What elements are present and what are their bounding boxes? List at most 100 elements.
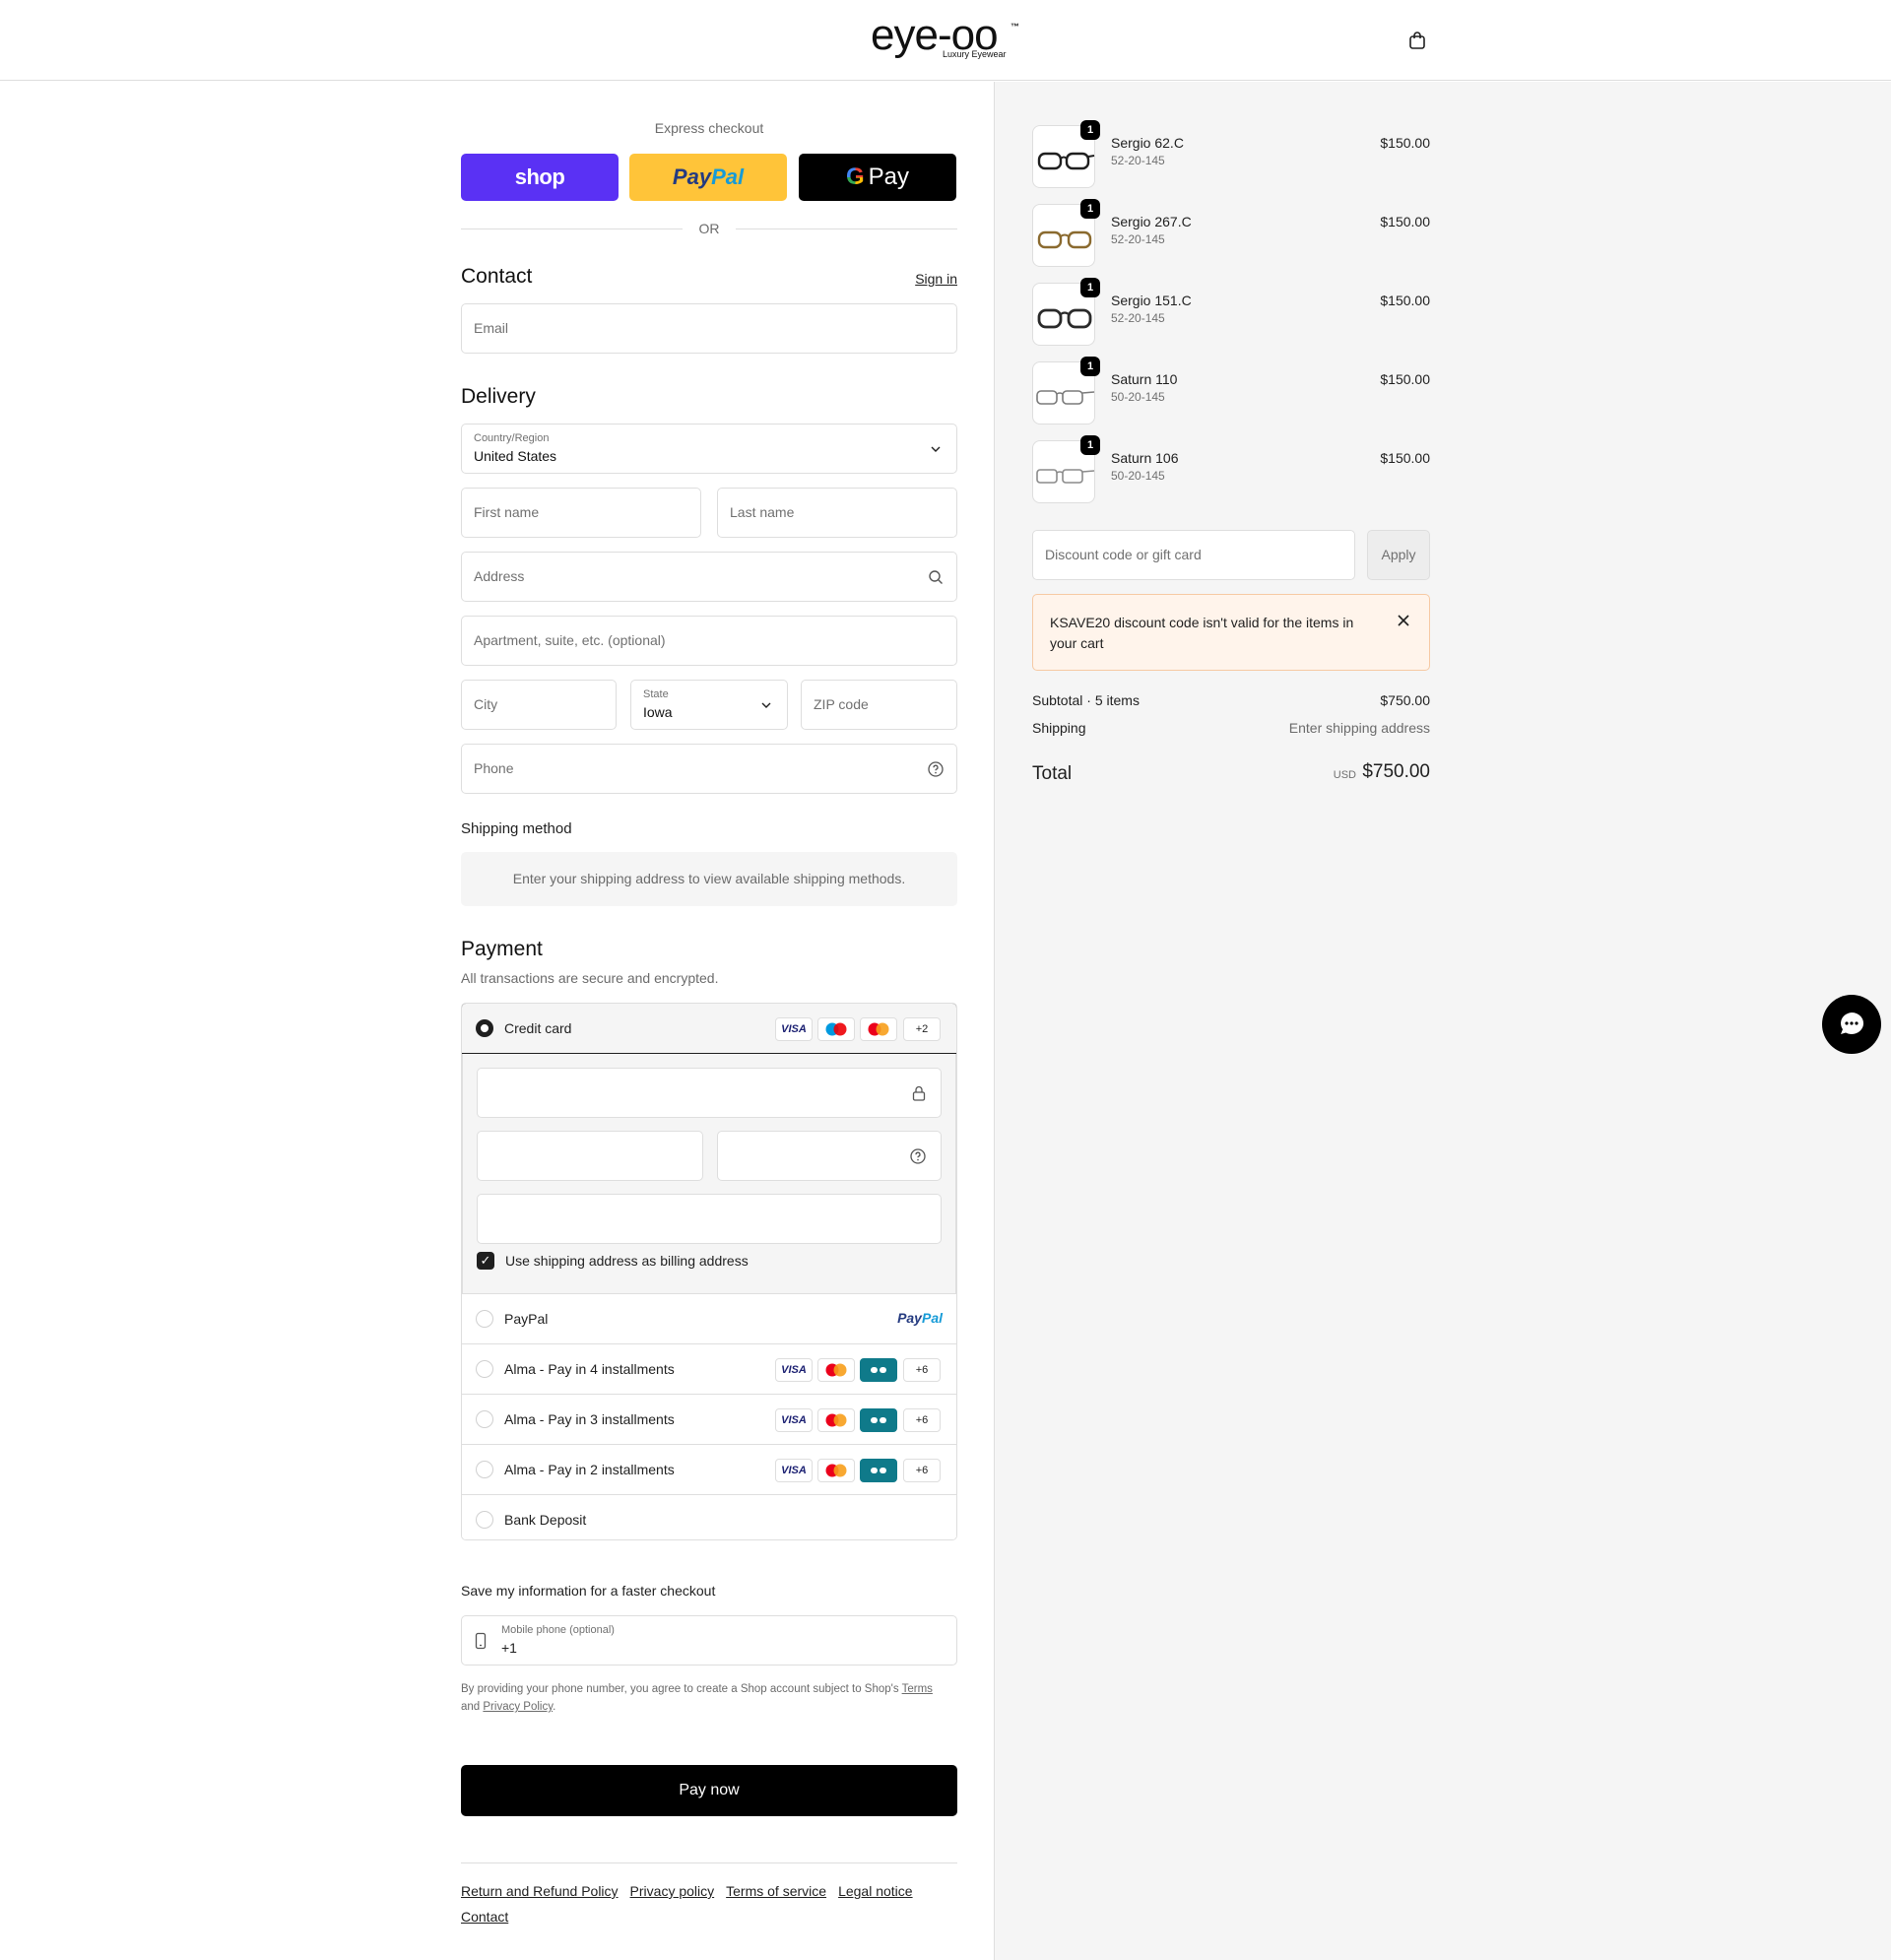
subtotal-row: Subtotal · 5 items $750.00 [1032,692,1430,708]
help-icon[interactable] [927,760,945,778]
payment-option-bank-deposit[interactable]: Bank Deposit [462,1494,956,1539]
card-number-field[interactable] [477,1068,942,1118]
zip-field[interactable]: ZIP code [801,680,957,730]
paypal-logo-part1: Pay [897,1310,922,1326]
mobile-phone-field[interactable]: Mobile phone (optional) +1 [461,1615,957,1666]
chat-bubble-icon [1841,1012,1864,1034]
billing-checkbox-label: Use shipping address as billing address [505,1253,749,1269]
visa-logo: VISA [781,1465,807,1476]
help-icon[interactable] [909,1147,927,1168]
quantity-badge: 1 [1080,120,1100,140]
product-thumbnail: 1 [1032,357,1100,425]
shop-legal-text: By providing your phone number, you agre… [461,1680,957,1716]
chat-widget-button[interactable] [1822,995,1881,1054]
paypal-express-button[interactable]: Pay Pal [629,154,787,201]
total-row: Total USD $750.00 [1032,759,1430,787]
footer-divider [461,1862,957,1863]
product-name: Sergio 267.C [1111,214,1192,229]
payment-option-credit-card[interactable]: Credit card VISA +2 [462,1004,956,1054]
city-field[interactable]: City [461,680,617,730]
shopping-bag-icon[interactable] [1406,30,1428,51]
visa-icon: VISA [775,1017,813,1041]
or-text: OR [698,221,720,236]
product-size: 52-20-145 [1111,154,1165,167]
google-pay-button[interactable]: G Pay [799,154,956,201]
terms-of-service-link[interactable]: Terms of service [726,1883,826,1899]
paypal-logo-part2: Pal [711,164,745,189]
legal-notice-link[interactable]: Legal notice [838,1883,913,1899]
credit-card-radio[interactable] [476,1019,493,1037]
total-value: $750.00 [1362,761,1430,782]
product-price: $150.00 [1380,371,1430,387]
phone-placeholder: Phone [474,760,514,776]
chevron-down-icon [927,440,945,458]
pay-now-button[interactable]: Pay now [461,1765,957,1816]
quantity-badge: 1 [1080,435,1100,455]
brand-tagline: Luxury Eyewear [943,49,1007,59]
alma-4-radio[interactable] [476,1360,493,1378]
phone-field[interactable]: Phone [461,744,957,794]
billing-checkbox[interactable]: ✓ [477,1252,494,1270]
name-on-card-field[interactable] [477,1194,942,1244]
bank-deposit-radio[interactable] [476,1511,493,1529]
terms-link[interactable]: Terms [902,1683,933,1695]
google-g-icon: G [845,163,865,190]
payment-option-paypal[interactable]: PayPal PayPal [462,1293,956,1343]
product-thumbnail: 1 [1032,199,1100,267]
privacy-policy-link[interactable]: Privacy Policy [483,1701,553,1713]
expiry-field[interactable] [477,1131,703,1181]
payment-option-alma-3[interactable]: Alma - Pay in 3 installments VISA +6 [462,1394,956,1444]
refund-policy-link[interactable]: Return and Refund Policy [461,1883,619,1899]
product-size: 52-20-145 [1111,311,1165,325]
currency-code: USD [1333,769,1356,781]
payment-option-alma-2[interactable]: Alma - Pay in 2 installments VISA +6 [462,1444,956,1494]
payment-option-alma-4[interactable]: Alma - Pay in 4 installments VISA +6 [462,1343,956,1394]
apartment-field[interactable]: Apartment, suite, etc. (optional) [461,616,957,666]
paypal-logo-part2: Pal [921,1310,943,1326]
discount-code-input[interactable]: Discount code or gift card [1032,530,1355,580]
product-name: Saturn 106 [1111,450,1179,466]
search-icon [927,568,945,586]
last-name-field[interactable]: Last name [717,488,957,538]
alma-3-label: Alma - Pay in 3 installments [504,1411,675,1427]
address-placeholder: Address [474,568,525,584]
visa-icon: VISA [775,1408,813,1432]
visa-logo: VISA [781,1023,807,1035]
paypal-logo-part1: Pay [672,164,712,189]
shipping-method-info: Enter your shipping address to view avai… [461,852,957,906]
email-field[interactable]: Email [461,303,957,354]
first-name-field[interactable]: First name [461,488,701,538]
security-code-field[interactable] [717,1131,942,1181]
country-value: United States [474,448,557,464]
brand-logo[interactable]: eye-oo ™ Luxury Eyewear [871,14,1020,63]
maestro-icon [817,1017,855,1041]
mastercard-icon [817,1408,855,1432]
product-name: Sergio 151.C [1111,293,1192,308]
more-cards-badge: +2 [903,1017,941,1041]
city-placeholder: City [474,696,498,712]
credit-card-label: Credit card [504,1020,572,1036]
paypal-logo: PayPal [897,1310,943,1326]
save-info-heading: Save my information for a faster checkou… [461,1583,716,1599]
country-select[interactable]: Country/Region United States [461,424,957,474]
product-name: Sergio 62.C [1111,135,1184,151]
sign-in-link[interactable]: Sign in [915,271,957,287]
mastercard-icon [817,1459,855,1482]
apply-discount-button[interactable]: Apply [1367,530,1430,580]
state-select[interactable]: State Iowa [630,680,788,730]
alma-3-radio[interactable] [476,1410,493,1428]
contact-link[interactable]: Contact [461,1909,508,1925]
product-size: 50-20-145 [1111,469,1165,483]
bank-deposit-label: Bank Deposit [504,1512,587,1528]
close-icon[interactable] [1395,612,1412,629]
address-field[interactable]: Address [461,552,957,602]
shop-pay-button[interactable]: shop [461,154,619,201]
alma-2-radio[interactable] [476,1461,493,1478]
brand-trademark: ™ [1011,22,1019,32]
privacy-policy-footer-link[interactable]: Privacy policy [630,1883,715,1899]
paypal-radio[interactable] [476,1310,493,1328]
chevron-down-icon [757,696,775,714]
more-cards-badge: +6 [903,1408,941,1432]
mobile-phone-icon [474,1632,488,1653]
visa-logo: VISA [781,1364,807,1376]
